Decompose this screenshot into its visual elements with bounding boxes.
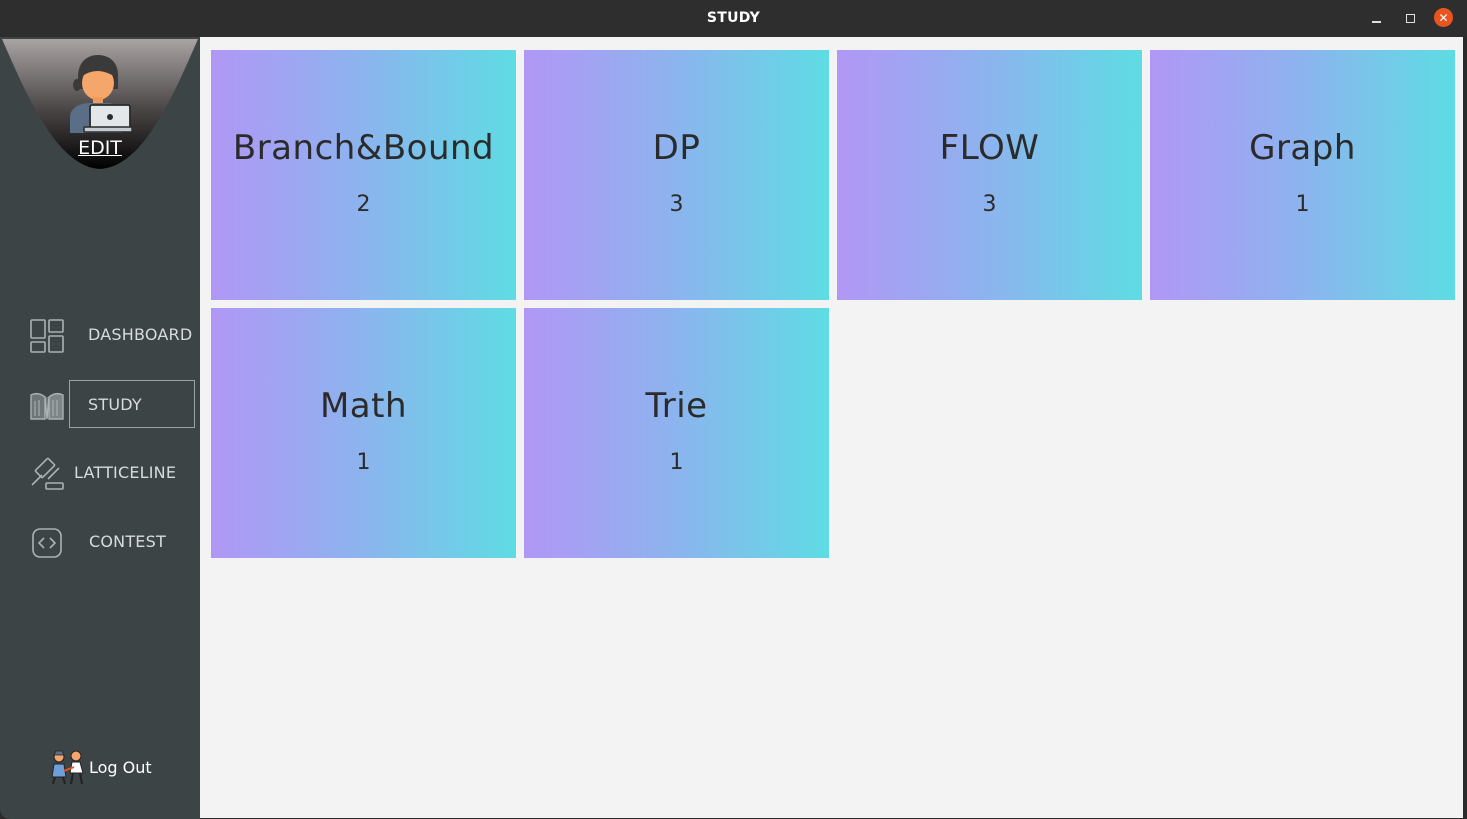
maximize-icon[interactable] <box>1400 8 1420 28</box>
topic-count: 1 <box>356 450 371 475</box>
topic-grid: Branch&Bound 2 DP 3 FLOW 3 Graph 1 Math … <box>200 37 1463 818</box>
topic-card-dp[interactable]: DP 3 <box>524 50 829 300</box>
profile-header: EDIT <box>2 39 198 169</box>
topic-card-trie[interactable]: Trie 1 <box>524 308 829 558</box>
app-window: STUDY ✕ EDIT DASHBOARD STUDY LATTICELINE… <box>0 0 1467 819</box>
gavel-icon <box>31 457 64 490</box>
logout-button[interactable]: Log Out <box>48 747 168 787</box>
topic-name: Math <box>319 386 408 426</box>
window-border <box>1463 37 1467 819</box>
topic-card-math[interactable]: Math 1 <box>211 308 516 558</box>
avatar <box>70 55 132 133</box>
topic-name: FLOW <box>939 128 1040 168</box>
nav-contest[interactable]: CONTEST <box>28 518 198 566</box>
topic-count: 1 <box>1295 192 1310 217</box>
topic-name: DP <box>652 128 701 168</box>
topic-count: 3 <box>982 192 997 217</box>
nav-contest-label: CONTEST <box>89 532 166 551</box>
code-icon <box>32 528 62 558</box>
topic-card-branch-bound[interactable]: Branch&Bound 2 <box>211 50 516 300</box>
logout-icon <box>51 750 84 785</box>
topic-name: Graph <box>1249 128 1356 168</box>
nav-dashboard[interactable]: DASHBOARD <box>28 311 198 359</box>
sidebar: EDIT DASHBOARD STUDY LATTICELINE CONTEST… <box>0 37 200 819</box>
nav-latticeline[interactable]: LATTICELINE <box>28 449 198 497</box>
nav-study-label: STUDY <box>69 380 195 428</box>
window-title: STUDY <box>706 10 761 26</box>
title-bar[interactable]: STUDY ✕ <box>0 0 1467 37</box>
topic-count: 3 <box>669 192 684 217</box>
close-icon[interactable]: ✕ <box>1434 8 1453 27</box>
topic-count: 2 <box>356 192 371 217</box>
nav-latticeline-label: LATTICELINE <box>74 463 177 482</box>
book-icon <box>30 392 64 420</box>
edit-profile-link[interactable]: EDIT <box>2 137 198 159</box>
nav-study[interactable]: STUDY <box>28 380 198 428</box>
topic-name: Trie <box>645 386 708 426</box>
logout-label: Log Out <box>89 758 152 777</box>
minimize-icon[interactable] <box>1366 8 1386 28</box>
topic-card-graph[interactable]: Graph 1 <box>1150 50 1455 300</box>
topic-name: Branch&Bound <box>232 128 495 168</box>
dashboard-icon <box>30 319 64 353</box>
topic-card-flow[interactable]: FLOW 3 <box>837 50 1142 300</box>
topic-count: 1 <box>669 450 684 475</box>
nav-dashboard-label: DASHBOARD <box>88 325 193 344</box>
